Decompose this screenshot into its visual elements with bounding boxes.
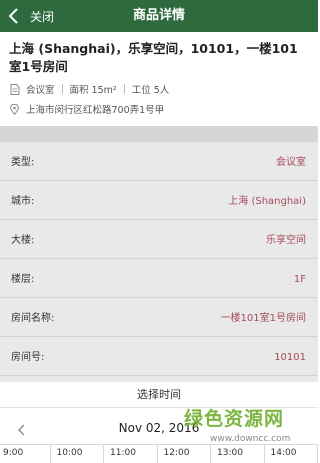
- meta-type: 会议室: [26, 85, 55, 96]
- time-slot[interactable]: 10:00: [51, 445, 104, 463]
- section-divider: [0, 126, 318, 142]
- meta-area: 面积 15m²: [69, 85, 117, 96]
- detail-row-room-name: 房间名称: 一楼101室1号房间: [0, 301, 318, 337]
- meta-row: 会议室 面积 15m² 工位 5人: [10, 82, 169, 96]
- time-slot[interactable]: 9:00: [0, 445, 51, 463]
- meta-divider: [123, 84, 125, 94]
- detail-value: 会议室: [276, 157, 306, 168]
- close-button[interactable]: 关闭: [6, 0, 54, 32]
- detail-value: 上海 (Shanghai): [228, 196, 306, 207]
- address-text: 上海市闵行区红松路700弄1号甲: [26, 105, 165, 116]
- detail-row-room-number: 房间号: 10101: [0, 340, 318, 376]
- top-bar: 关闭 商品详情: [0, 0, 318, 32]
- close-label: 关闭: [30, 9, 55, 24]
- time-slot[interactable]: 13:00: [211, 445, 265, 463]
- detail-value: 一楼101室1号房间: [220, 313, 306, 324]
- time-slot[interactable]: 11:00: [104, 445, 158, 463]
- document-icon: [10, 83, 20, 95]
- detail-row-type: 类型: 会议室: [0, 145, 318, 181]
- meta-divider: [61, 84, 63, 94]
- watermark-url: www.downcc.com: [210, 434, 291, 444]
- detail-label: 大楼:: [11, 235, 35, 246]
- location-pin-icon: [10, 103, 19, 115]
- watermark-text: 绿色资源网: [184, 408, 285, 430]
- detail-label: 楼层:: [11, 274, 35, 285]
- product-title: 上海 (Shanghai)，乐享空间，10101，一楼101室1号房间: [9, 41, 298, 74]
- detail-row-building: 大楼: 乐享空间: [0, 223, 318, 259]
- detail-row-floor: 楼层: 1F: [0, 262, 318, 298]
- chevron-left-icon: [8, 8, 18, 24]
- product-summary: 上海 (Shanghai)，乐享空间，10101，一楼101室1号房间 会议室 …: [0, 32, 318, 126]
- time-slot[interactable]: 14:00: [265, 445, 318, 463]
- detail-value: 10101: [274, 352, 306, 363]
- meta-seats: 工位 5人: [131, 85, 170, 96]
- detail-label: 房间名称:: [11, 313, 55, 324]
- detail-label: 房间号:: [11, 352, 45, 363]
- detail-value: 乐享空间: [266, 235, 306, 246]
- detail-value: 1F: [293, 274, 306, 285]
- detail-label: 类型:: [11, 157, 35, 168]
- address-row: 上海市闵行区红松路700弄1号甲: [10, 102, 164, 116]
- picker-title: 选择时间: [137, 388, 181, 401]
- time-slots: 9:00 10:00 11:00 12:00 13:00 14:00: [0, 444, 318, 463]
- detail-row-city: 城市: 上海 (Shanghai): [0, 184, 318, 220]
- detail-label: 城市:: [11, 196, 35, 207]
- time-slot[interactable]: 12:00: [158, 445, 211, 463]
